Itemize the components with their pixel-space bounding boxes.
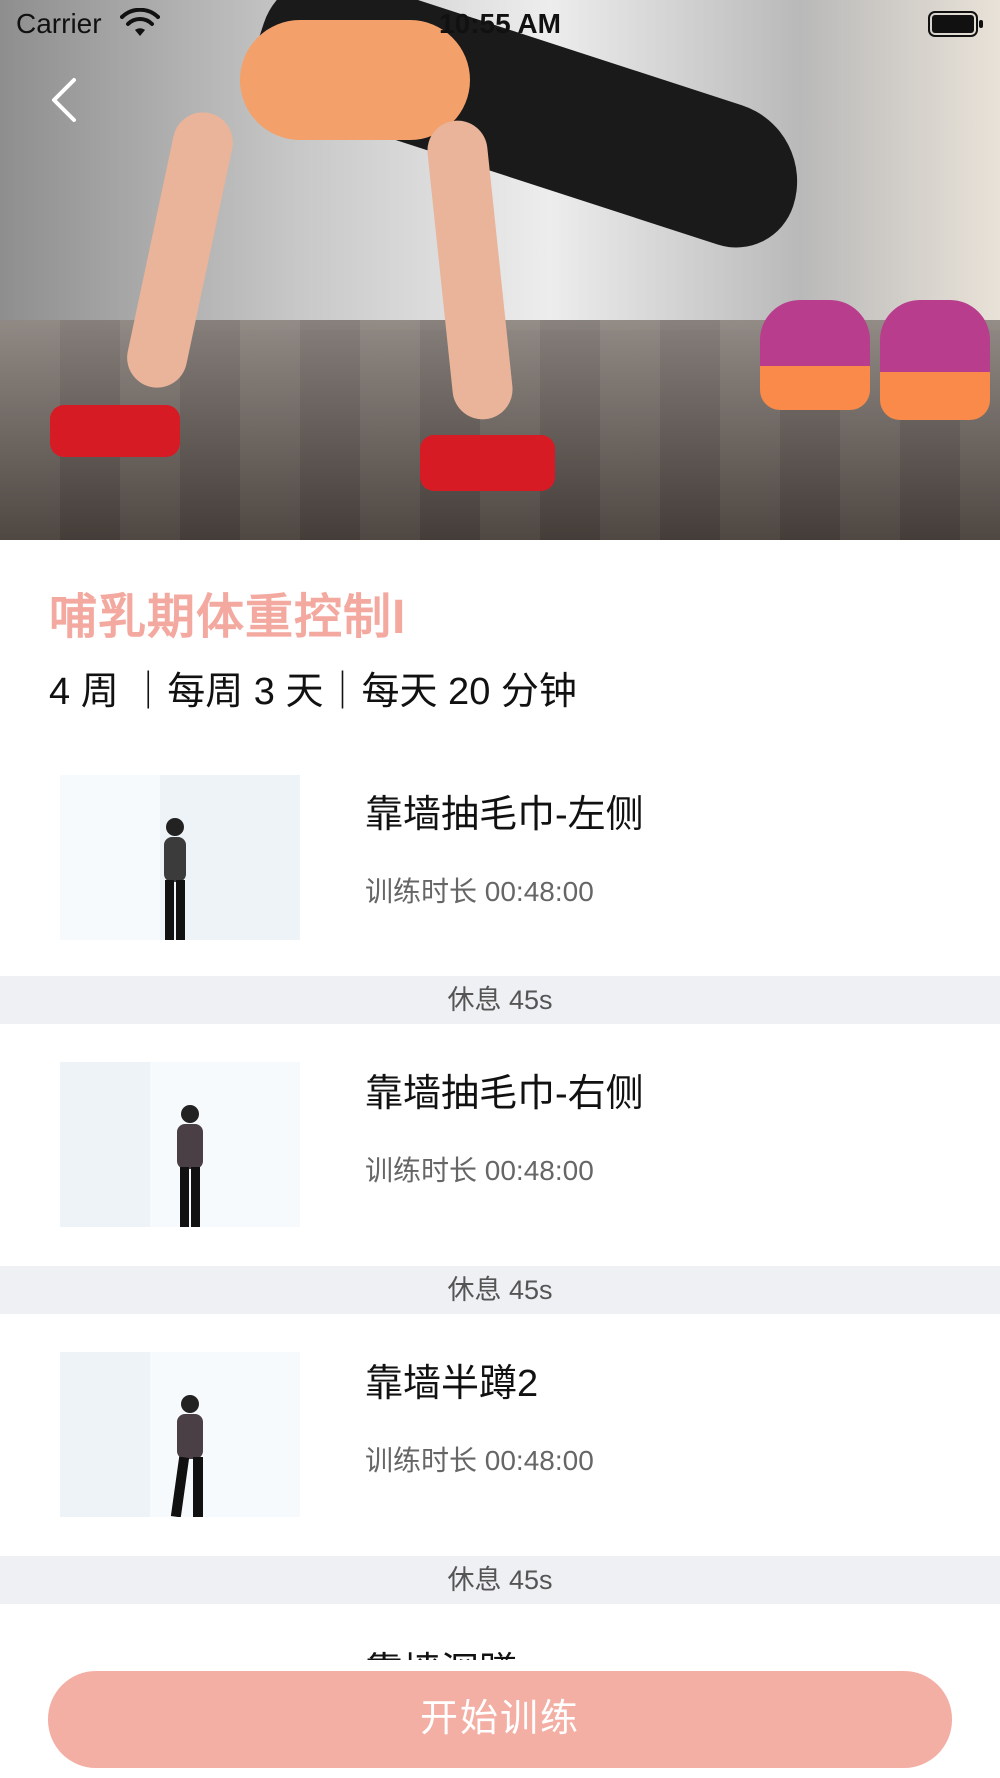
plan-meta: 4 周 ｜每周 3 天｜每天 20 分钟 <box>49 671 577 713</box>
hero-dumbbell-right <box>420 435 555 491</box>
status-time: 10:55 AM <box>439 8 561 39</box>
hero-image <box>0 0 1000 540</box>
rest-bar: 休息 45s <box>0 1556 1000 1604</box>
exercise-item[interactable]: 靠墙抽毛巾-左侧 训练时长 00:48:00 <box>0 745 1000 985</box>
exercise-duration: 训练时长 00:48:00 <box>365 1155 594 1186</box>
chevron-left-icon <box>52 78 76 122</box>
person-figure <box>164 818 186 940</box>
exercise-thumbnail <box>60 1062 300 1227</box>
rest-bar: 休息 45s <box>0 1266 1000 1314</box>
exercise-item[interactable]: 靠墙抽毛巾-右侧 训练时长 00:48:00 <box>0 1024 1000 1264</box>
rest-bar: 休息 45s <box>0 976 1000 1024</box>
thumbnail-wall <box>60 1062 150 1227</box>
exercise-thumbnail <box>60 1352 300 1517</box>
hero-dumbbell-left <box>50 405 180 457</box>
back-button[interactable] <box>38 70 88 130</box>
exercise-name: 靠墙抽毛巾-右侧 <box>365 1073 644 1115</box>
exercise-item[interactable]: 靠墙半蹲2 训练时长 00:48:00 <box>0 1314 1000 1554</box>
exercise-name: 靠墙半蹲2 <box>365 1363 539 1405</box>
exercise-name: 靠墙抽毛巾-左侧 <box>365 794 644 836</box>
person-figure <box>170 1395 203 1517</box>
exercise-thumbnail <box>60 775 300 940</box>
battery-icon <box>928 11 983 37</box>
plan-title: 哺乳期体重控制I <box>49 591 407 644</box>
person-figure <box>177 1105 203 1227</box>
thumbnail-wall <box>60 1352 150 1517</box>
hero-shoe-left <box>760 300 870 410</box>
exercise-name-partial: 靠墙深蹲 <box>365 1640 517 1660</box>
exercise-duration: 训练时长 00:48:00 <box>365 1445 594 1476</box>
start-training-button[interactable]: 开始训练 <box>48 1671 952 1768</box>
hero-shoe-right <box>880 300 990 420</box>
exercise-duration: 训练时长 00:48:00 <box>365 876 594 907</box>
status-bar: Carrier 10:55 AM <box>0 0 1000 50</box>
